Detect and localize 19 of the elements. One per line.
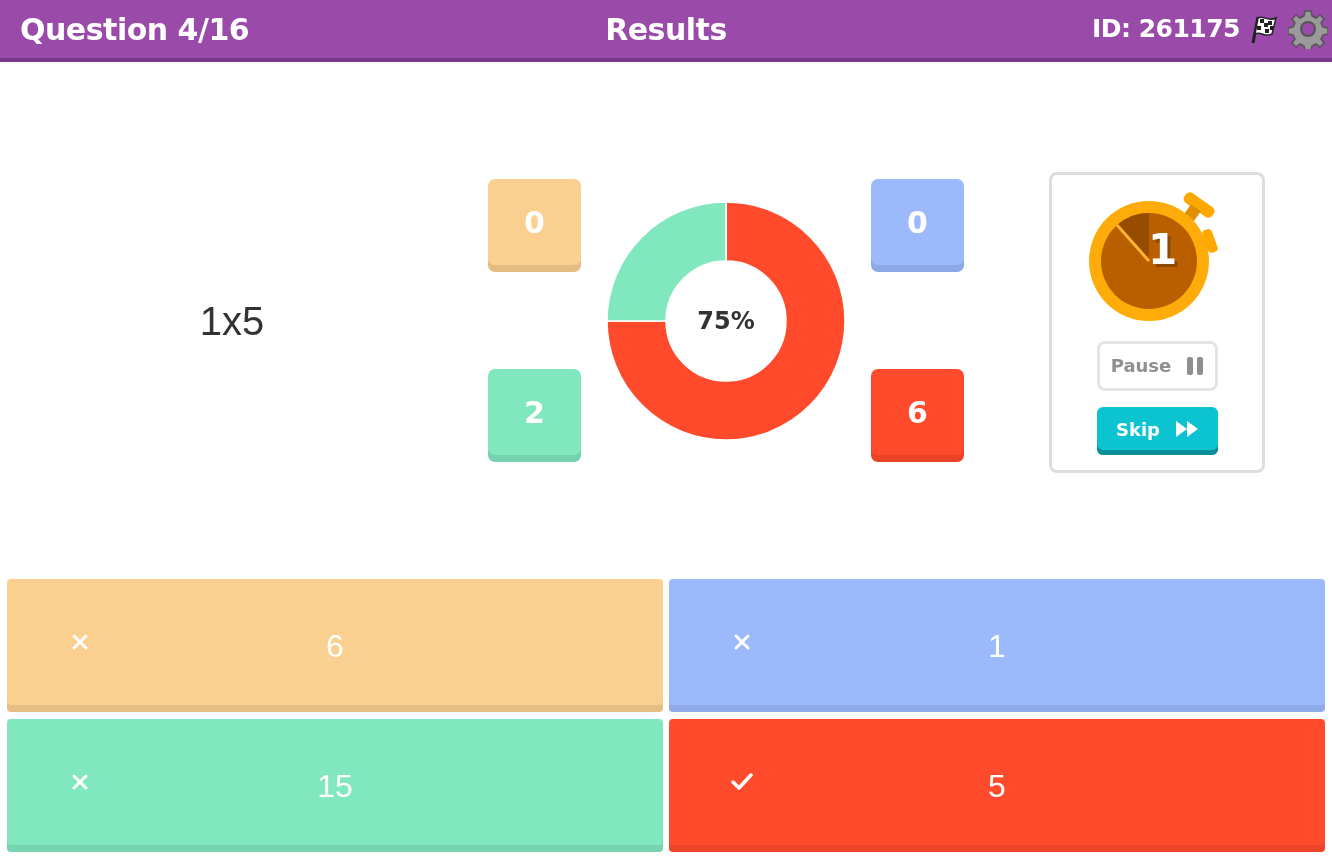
answer-button[interactable]: 1: [669, 579, 1325, 712]
skip-button[interactable]: Skip: [1096, 406, 1218, 455]
count-tile: 6: [871, 369, 964, 462]
settings-icon[interactable]: [1288, 9, 1328, 49]
pause-icon: [1187, 356, 1204, 375]
question-counter: Question 4/16: [20, 10, 250, 49]
count-tile: 0: [871, 179, 964, 272]
answer-button[interactable]: 5: [669, 719, 1325, 852]
fast-forward-icon: [1176, 421, 1198, 437]
answer-button[interactable]: 6: [7, 579, 663, 712]
question-text: 1x5: [199, 297, 265, 345]
percent-label: 75%: [697, 305, 755, 337]
count-tile: 2: [488, 369, 581, 462]
pause-button[interactable]: Pause: [1096, 340, 1218, 391]
count-tile: 0: [488, 179, 581, 272]
answer-button[interactable]: 15: [7, 719, 663, 852]
page-title: Results: [605, 10, 727, 49]
timer-value: 1: [1148, 228, 1178, 271]
game-id: ID: 261175: [1091, 13, 1240, 46]
